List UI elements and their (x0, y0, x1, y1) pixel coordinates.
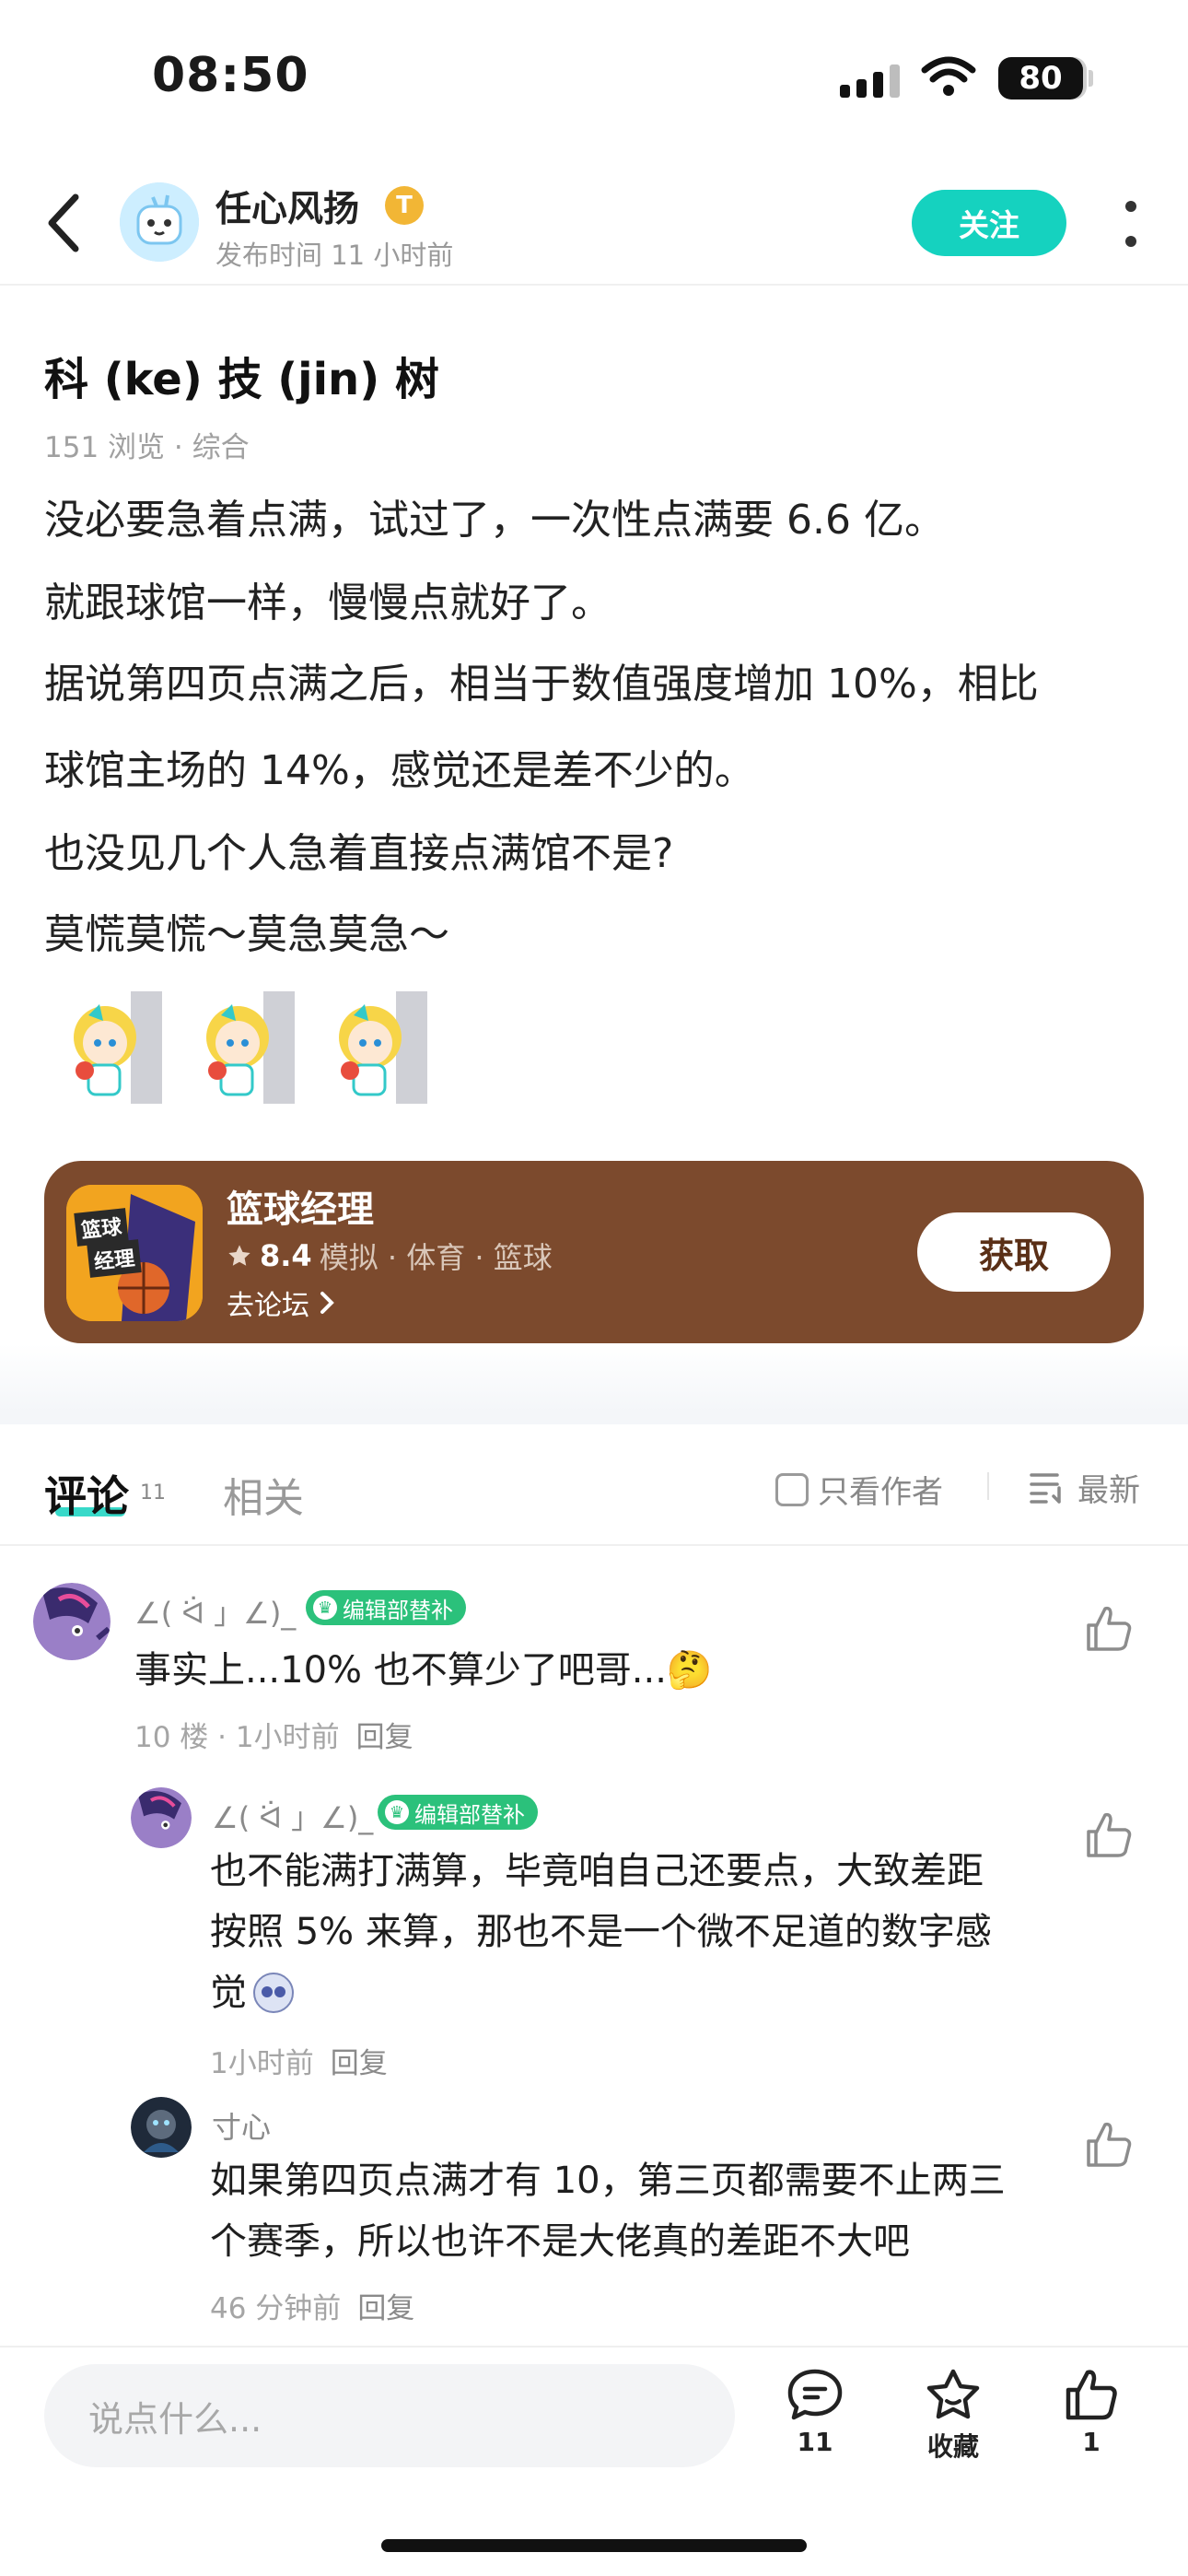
reply-button[interactable]: 回复 (331, 2047, 388, 2080)
thumbs-up-icon[interactable] (1083, 1809, 1135, 1861)
wifi-icon (921, 56, 976, 96)
comment-time: 46 分钟前 (210, 2292, 342, 2325)
thumbs-up-icon[interactable] (1083, 2119, 1135, 2171)
get-game-button[interactable]: 获取 (917, 1212, 1111, 1292)
tab-comments[interactable]: 评论 (44, 1463, 129, 1524)
thumbs-up-icon (1066, 2370, 1117, 2420)
editor-badge: ♛ 编辑部替补 (306, 1590, 466, 1625)
checkbox-icon[interactable] (775, 1472, 809, 1506)
comment-text: 事实上...10% 也不算少了吧哥...🤔 (134, 1649, 713, 1692)
game-icon-text: 经理 (87, 1239, 142, 1278)
post-body-line: 据说第四页点满之后，相当于数值强度增加 10%，相比 (44, 661, 1039, 708)
comment-count-badge: 11 (140, 1481, 166, 1505)
post-body-line: 也没见几个人急着直接点满馆不是? (44, 830, 674, 877)
author-only-toggle[interactable]: 只看作者 (775, 1467, 943, 1512)
commenter-avatar[interactable] (33, 1583, 111, 1660)
reply-text-line: 觉 (210, 1972, 247, 2014)
reply-text-line: 也不能满打满算，毕竟咱自己还要点，大致差距 (210, 1850, 984, 1892)
reply-text-line: 如果第四页点满才有 10，第三页都需要不止两三 (210, 2160, 1006, 2202)
commenter-name[interactable]: ∠( ᐛ 」∠)_ (212, 1795, 373, 1837)
star-outline-icon (926, 2369, 980, 2419)
cellular-signal-icon (840, 64, 900, 98)
crown-icon: ♛ (313, 1596, 337, 1620)
go-to-forum-link[interactable]: 去论坛 (227, 1282, 335, 1323)
comment-meta: 1小时前 回复 (210, 2040, 388, 2081)
game-rating: 8.4 (260, 1238, 312, 1273)
post-body-line: 球馆主场的 14%，感觉还是差不少的。 (44, 747, 755, 794)
author-level-badge: T (385, 186, 424, 225)
editor-badge-label: 编辑部替补 (343, 1597, 453, 1623)
more-options-icon[interactable] (1120, 201, 1142, 247)
sticker-image[interactable] (322, 991, 427, 1104)
reply-button[interactable]: 回复 (357, 2292, 414, 2325)
game-name[interactable]: 篮球经理 (227, 1179, 374, 1233)
forum-link-label: 去论坛 (227, 1290, 309, 1322)
header-divider (0, 284, 1188, 286)
game-meta: 8.4 模拟 · 体育 · 篮球 (227, 1235, 553, 1277)
favorite-label: 收藏 (926, 2431, 979, 2462)
sticker-emoji-icon (253, 1973, 294, 2013)
like-count: 1 (1082, 2427, 1101, 2457)
comment-meta: 10 楼 · 1小时前 回复 (134, 1714, 413, 1755)
editor-badge-label: 编辑部替补 (414, 1801, 525, 1828)
comment-count: 11 (797, 2427, 833, 2457)
reply-text-last-line: 觉 (210, 1962, 295, 2023)
reply-text-line: 个赛季，所以也许不是大佬真的差距不大吧 (210, 2220, 910, 2263)
post-meta: 151 浏览 · 综合 (44, 431, 250, 464)
commenter-name[interactable]: ∠( ᐛ 」∠)_ (134, 1590, 296, 1633)
battery-nub (1089, 70, 1093, 87)
commenter-avatar[interactable] (131, 2097, 192, 2158)
sticker-image[interactable] (190, 991, 295, 1104)
comment-bubble-icon (787, 2369, 843, 2420)
reply-text-line: 按照 5% 来算，那也不是一个微不足道的数字感 (210, 1911, 992, 1953)
comment-action-button[interactable]: 11 (764, 2368, 866, 2457)
back-icon[interactable] (41, 190, 85, 256)
favorite-button[interactable]: 收藏 (903, 2368, 1004, 2464)
like-button[interactable]: 1 (1041, 2368, 1142, 2457)
comment-meta: 46 分钟前 回复 (210, 2285, 414, 2326)
tabs-divider (0, 1544, 1188, 1546)
reply-button[interactable]: 回复 (356, 1721, 413, 1754)
sort-label: 最新 (1077, 1472, 1140, 1509)
post-body-line: 莫慌莫慌～莫急莫急～ (44, 911, 449, 958)
sticker-image[interactable] (57, 991, 162, 1104)
home-indicator[interactable] (381, 2539, 807, 2552)
game-icon[interactable]: 篮球 经理 (66, 1185, 203, 1321)
section-gap (0, 1413, 1188, 1424)
sort-icon (1030, 1472, 1061, 1504)
game-tags: 模拟 · 体育 · 篮球 (319, 1240, 553, 1275)
author-avatar[interactable] (120, 182, 199, 262)
chevron-right-icon (320, 1292, 334, 1314)
comment-floor-time: 10 楼 · 1小时前 (134, 1721, 340, 1754)
post-time: 发布时间 11 小时前 (215, 240, 454, 271)
section-fade (0, 1343, 1188, 1413)
sort-latest-button[interactable]: 最新 (1030, 1465, 1140, 1510)
bottom-bar-divider (0, 2346, 1188, 2348)
post-body-line: 没必要急着点满，试过了，一次性点满要 6.6 亿。 (44, 497, 945, 544)
tab-related[interactable]: 相关 (223, 1465, 304, 1524)
author-name[interactable]: 任心风扬 (215, 181, 359, 232)
post-body-line: 就跟球馆一样，慢慢点就好了。 (44, 580, 611, 626)
author-only-label: 只看作者 (818, 1474, 943, 1511)
post-title: 科 (ke) 技 (jin) 树 (44, 354, 439, 405)
comment-time: 1小时前 (210, 2047, 314, 2080)
follow-button[interactable]: 关注 (912, 190, 1066, 256)
thumbs-up-icon[interactable] (1083, 1603, 1135, 1655)
status-time: 08:50 (152, 48, 309, 103)
comment-input[interactable]: 说点什么... (44, 2364, 735, 2467)
star-icon (228, 1245, 250, 1266)
tab-separator (987, 1472, 989, 1500)
crown-icon: ♛ (385, 1800, 409, 1824)
battery-icon: 80 (998, 57, 1083, 100)
editor-badge: ♛ 编辑部替补 (378, 1795, 538, 1830)
commenter-avatar[interactable] (131, 1787, 192, 1848)
commenter-name[interactable]: 寸心 (212, 2104, 271, 2147)
